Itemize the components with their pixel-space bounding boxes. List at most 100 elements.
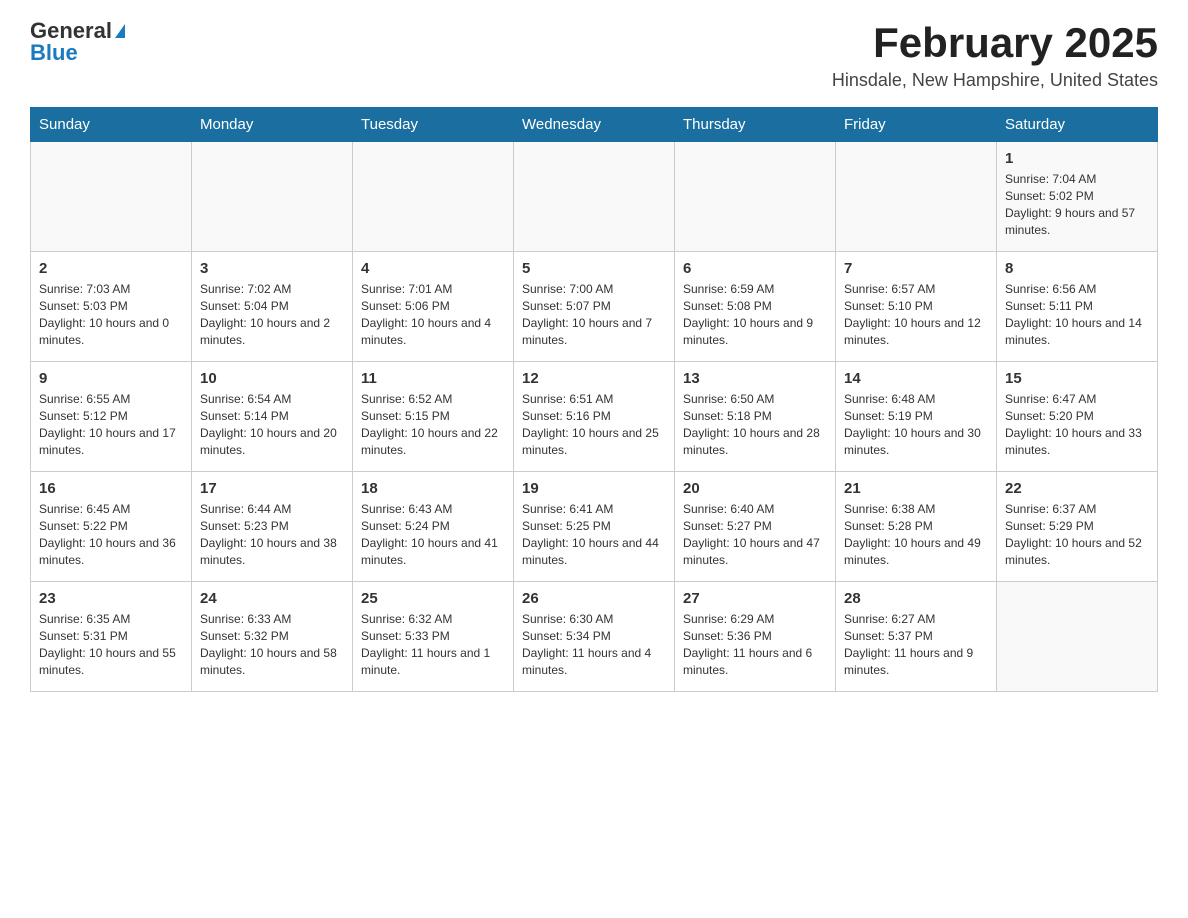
day-number: 7	[844, 258, 988, 279]
day-info: Sunrise: 7:04 AMSunset: 5:02 PMDaylight:…	[1005, 171, 1149, 238]
day-info: Sunrise: 6:38 AMSunset: 5:28 PMDaylight:…	[844, 501, 988, 568]
day-number: 8	[1005, 258, 1149, 279]
day-info: Sunrise: 6:40 AMSunset: 5:27 PMDaylight:…	[683, 501, 827, 568]
day-number: 23	[39, 588, 183, 609]
day-info: Sunrise: 7:02 AMSunset: 5:04 PMDaylight:…	[200, 281, 344, 348]
day-number: 2	[39, 258, 183, 279]
day-number: 18	[361, 478, 505, 499]
day-cell: 8Sunrise: 6:56 AMSunset: 5:11 PMDaylight…	[997, 252, 1158, 362]
day-cell: 17Sunrise: 6:44 AMSunset: 5:23 PMDayligh…	[192, 472, 353, 582]
day-cell	[675, 142, 836, 252]
day-number: 26	[522, 588, 666, 609]
day-info: Sunrise: 6:29 AMSunset: 5:36 PMDaylight:…	[683, 611, 827, 678]
header-cell-monday: Monday	[192, 108, 353, 142]
day-cell: 15Sunrise: 6:47 AMSunset: 5:20 PMDayligh…	[997, 362, 1158, 472]
logo-general: General	[30, 20, 112, 42]
day-number: 19	[522, 478, 666, 499]
day-cell: 27Sunrise: 6:29 AMSunset: 5:36 PMDayligh…	[675, 582, 836, 692]
week-row-0: 1Sunrise: 7:04 AMSunset: 5:02 PMDaylight…	[31, 142, 1158, 252]
day-cell: 13Sunrise: 6:50 AMSunset: 5:18 PMDayligh…	[675, 362, 836, 472]
day-number: 14	[844, 368, 988, 389]
day-cell	[31, 142, 192, 252]
day-cell: 3Sunrise: 7:02 AMSunset: 5:04 PMDaylight…	[192, 252, 353, 362]
day-cell	[836, 142, 997, 252]
day-info: Sunrise: 7:03 AMSunset: 5:03 PMDaylight:…	[39, 281, 183, 348]
day-cell: 25Sunrise: 6:32 AMSunset: 5:33 PMDayligh…	[353, 582, 514, 692]
day-info: Sunrise: 7:00 AMSunset: 5:07 PMDaylight:…	[522, 281, 666, 348]
day-number: 3	[200, 258, 344, 279]
day-number: 20	[683, 478, 827, 499]
day-info: Sunrise: 6:30 AMSunset: 5:34 PMDaylight:…	[522, 611, 666, 678]
week-row-4: 23Sunrise: 6:35 AMSunset: 5:31 PMDayligh…	[31, 582, 1158, 692]
day-cell: 21Sunrise: 6:38 AMSunset: 5:28 PMDayligh…	[836, 472, 997, 582]
day-cell: 11Sunrise: 6:52 AMSunset: 5:15 PMDayligh…	[353, 362, 514, 472]
day-cell: 18Sunrise: 6:43 AMSunset: 5:24 PMDayligh…	[353, 472, 514, 582]
calendar-header: SundayMondayTuesdayWednesdayThursdayFrid…	[31, 108, 1158, 142]
day-info: Sunrise: 6:57 AMSunset: 5:10 PMDaylight:…	[844, 281, 988, 348]
day-number: 21	[844, 478, 988, 499]
day-cell: 22Sunrise: 6:37 AMSunset: 5:29 PMDayligh…	[997, 472, 1158, 582]
day-info: Sunrise: 6:32 AMSunset: 5:33 PMDaylight:…	[361, 611, 505, 678]
day-cell: 10Sunrise: 6:54 AMSunset: 5:14 PMDayligh…	[192, 362, 353, 472]
day-number: 10	[200, 368, 344, 389]
day-number: 17	[200, 478, 344, 499]
logo: General Blue	[30, 20, 125, 64]
day-cell	[997, 582, 1158, 692]
day-number: 4	[361, 258, 505, 279]
day-cell: 7Sunrise: 6:57 AMSunset: 5:10 PMDaylight…	[836, 252, 997, 362]
day-info: Sunrise: 6:37 AMSunset: 5:29 PMDaylight:…	[1005, 501, 1149, 568]
header-cell-saturday: Saturday	[997, 108, 1158, 142]
day-number: 13	[683, 368, 827, 389]
day-cell: 9Sunrise: 6:55 AMSunset: 5:12 PMDaylight…	[31, 362, 192, 472]
day-cell: 24Sunrise: 6:33 AMSunset: 5:32 PMDayligh…	[192, 582, 353, 692]
header-cell-thursday: Thursday	[675, 108, 836, 142]
day-info: Sunrise: 6:52 AMSunset: 5:15 PMDaylight:…	[361, 391, 505, 458]
day-info: Sunrise: 6:48 AMSunset: 5:19 PMDaylight:…	[844, 391, 988, 458]
logo-blue: Blue	[30, 42, 78, 64]
day-number: 6	[683, 258, 827, 279]
month-title: February 2025	[832, 20, 1158, 66]
day-cell: 20Sunrise: 6:40 AMSunset: 5:27 PMDayligh…	[675, 472, 836, 582]
day-number: 12	[522, 368, 666, 389]
header-cell-sunday: Sunday	[31, 108, 192, 142]
day-info: Sunrise: 6:50 AMSunset: 5:18 PMDaylight:…	[683, 391, 827, 458]
day-cell: 5Sunrise: 7:00 AMSunset: 5:07 PMDaylight…	[514, 252, 675, 362]
day-cell: 14Sunrise: 6:48 AMSunset: 5:19 PMDayligh…	[836, 362, 997, 472]
title-block: February 2025 Hinsdale, New Hampshire, U…	[832, 20, 1158, 91]
day-cell	[514, 142, 675, 252]
day-info: Sunrise: 6:44 AMSunset: 5:23 PMDaylight:…	[200, 501, 344, 568]
logo-arrow-icon	[115, 24, 125, 38]
day-info: Sunrise: 6:41 AMSunset: 5:25 PMDaylight:…	[522, 501, 666, 568]
day-cell: 4Sunrise: 7:01 AMSunset: 5:06 PMDaylight…	[353, 252, 514, 362]
day-cell: 23Sunrise: 6:35 AMSunset: 5:31 PMDayligh…	[31, 582, 192, 692]
day-cell: 2Sunrise: 7:03 AMSunset: 5:03 PMDaylight…	[31, 252, 192, 362]
day-cell	[353, 142, 514, 252]
day-number: 27	[683, 588, 827, 609]
header-cell-tuesday: Tuesday	[353, 108, 514, 142]
day-number: 9	[39, 368, 183, 389]
day-number: 16	[39, 478, 183, 499]
day-cell: 1Sunrise: 7:04 AMSunset: 5:02 PMDaylight…	[997, 142, 1158, 252]
day-number: 22	[1005, 478, 1149, 499]
day-cell: 6Sunrise: 6:59 AMSunset: 5:08 PMDaylight…	[675, 252, 836, 362]
day-info: Sunrise: 6:43 AMSunset: 5:24 PMDaylight:…	[361, 501, 505, 568]
day-cell	[192, 142, 353, 252]
week-row-1: 2Sunrise: 7:03 AMSunset: 5:03 PMDaylight…	[31, 252, 1158, 362]
calendar-table: SundayMondayTuesdayWednesdayThursdayFrid…	[30, 107, 1158, 692]
day-number: 5	[522, 258, 666, 279]
day-cell: 28Sunrise: 6:27 AMSunset: 5:37 PMDayligh…	[836, 582, 997, 692]
day-info: Sunrise: 6:47 AMSunset: 5:20 PMDaylight:…	[1005, 391, 1149, 458]
calendar-body: 1Sunrise: 7:04 AMSunset: 5:02 PMDaylight…	[31, 142, 1158, 692]
day-cell: 19Sunrise: 6:41 AMSunset: 5:25 PMDayligh…	[514, 472, 675, 582]
day-info: Sunrise: 6:51 AMSunset: 5:16 PMDaylight:…	[522, 391, 666, 458]
day-info: Sunrise: 6:54 AMSunset: 5:14 PMDaylight:…	[200, 391, 344, 458]
location-title: Hinsdale, New Hampshire, United States	[832, 70, 1158, 91]
day-info: Sunrise: 6:27 AMSunset: 5:37 PMDaylight:…	[844, 611, 988, 678]
day-cell: 12Sunrise: 6:51 AMSunset: 5:16 PMDayligh…	[514, 362, 675, 472]
header-cell-wednesday: Wednesday	[514, 108, 675, 142]
day-info: Sunrise: 6:35 AMSunset: 5:31 PMDaylight:…	[39, 611, 183, 678]
day-cell: 16Sunrise: 6:45 AMSunset: 5:22 PMDayligh…	[31, 472, 192, 582]
day-number: 24	[200, 588, 344, 609]
day-number: 1	[1005, 148, 1149, 169]
header-cell-friday: Friday	[836, 108, 997, 142]
